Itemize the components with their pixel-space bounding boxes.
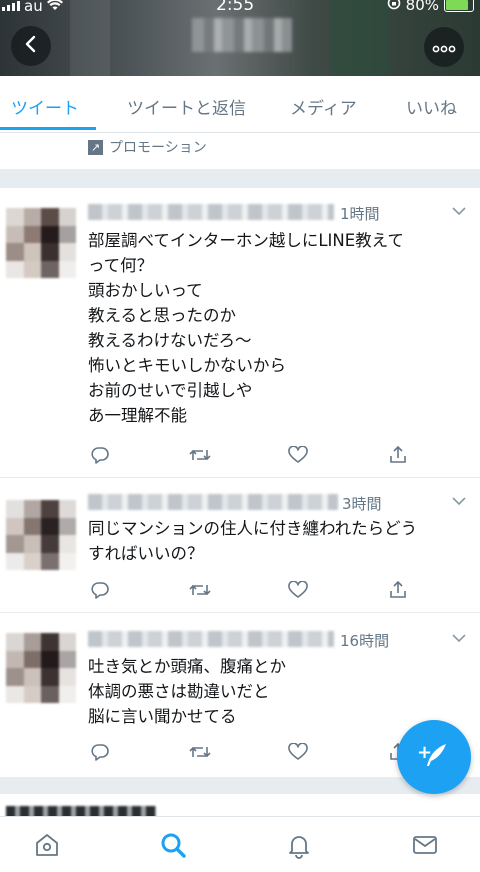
bottom-navigation [0,816,480,872]
tweet-actions [88,443,428,467]
home-icon[interactable] [32,830,62,860]
avatar[interactable] [6,500,76,570]
blurred-user-name [88,204,334,220]
blurred-user-name [88,494,338,510]
reply-icon[interactable] [88,578,112,602]
tweet-actions [88,578,428,602]
lock-rotation-icon [387,0,401,14]
chevron-down-icon[interactable] [452,205,466,220]
tab-likes[interactable]: いいね [406,94,457,119]
profile-tabs: ツイート ツイートと返信 メディア いいね [0,76,480,133]
like-icon[interactable] [286,740,310,764]
promoted-icon: ↗ [88,139,103,155]
battery-percent: 80% [405,0,439,14]
tweet-actions [88,740,428,764]
battery-group: 80% [387,0,474,14]
back-icon [24,35,38,57]
tab-tweets-and-replies[interactable]: ツイートと返信 [127,94,246,119]
messages-icon[interactable] [410,830,440,860]
active-tab-indicator [0,127,96,130]
retweet-icon[interactable] [188,740,212,764]
chevron-down-icon[interactable] [452,632,466,647]
tab-tweets[interactable]: ツイート [11,94,79,119]
tweet-time: 3時間 [342,495,382,513]
tweet-item[interactable]: 1時間 部屋調べてインターホン越しにLINE教えて って何？ 頭おかしいって 教… [0,188,480,477]
carrier-group: au [2,0,63,15]
tweet-time: 16時間 [340,632,390,650]
status-bar: au 2:55 80% [0,0,480,20]
promoted-text: プロモーション [109,140,207,156]
more-button[interactable] [424,27,464,67]
battery-icon [444,0,474,12]
blurred-user-name [88,631,334,647]
tweet-time: 1時間 [340,205,380,223]
retweet-icon[interactable] [188,578,212,602]
retweet-icon[interactable] [188,443,212,467]
back-button[interactable] [11,26,51,66]
reply-icon[interactable] [88,740,112,764]
search-icon[interactable] [158,830,188,860]
tweet-text: 吐き気とか頭痛、腹痛とか 体調の悪さは勘違いだと 脳に言い聞かせてる [88,657,286,726]
signal-icon [2,1,20,11]
tweet-text: 部屋調べてインターホン越しにLINE教えて って何？ 頭おかしいって 教えると思… [88,231,404,425]
tab-media[interactable]: メディア [290,94,357,119]
tweet-text: 同じマンションの住人に付き纏われたらどう すればいいの？ [88,519,418,563]
promoted-label[interactable]: ↗ プロモーション [88,137,207,157]
plus-icon: + [417,742,433,763]
compose-tweet-button[interactable]: + [397,720,471,794]
avatar[interactable] [6,633,76,703]
like-icon[interactable] [286,578,310,602]
wifi-icon [46,0,63,15]
notifications-icon[interactable] [284,830,314,860]
like-icon[interactable] [286,443,310,467]
reply-icon[interactable] [88,443,112,467]
tweet-item[interactable]: 3時間 同じマンションの住人に付き纏われたらどう すればいいの？ [0,478,480,612]
next-tweet-partial[interactable] [0,794,480,818]
share-icon[interactable] [386,578,410,602]
status-time: 2:55 [216,0,255,15]
avatar[interactable] [6,208,76,278]
carrier-label: au [24,0,43,15]
chevron-down-icon[interactable] [452,495,466,510]
blurred-profile-name [192,18,292,52]
share-icon[interactable] [386,443,410,467]
profile-header: au 2:55 80% [0,0,480,76]
promoted-tweet-footer: ↗ プロモーション [0,133,480,169]
more-icon [432,38,456,57]
